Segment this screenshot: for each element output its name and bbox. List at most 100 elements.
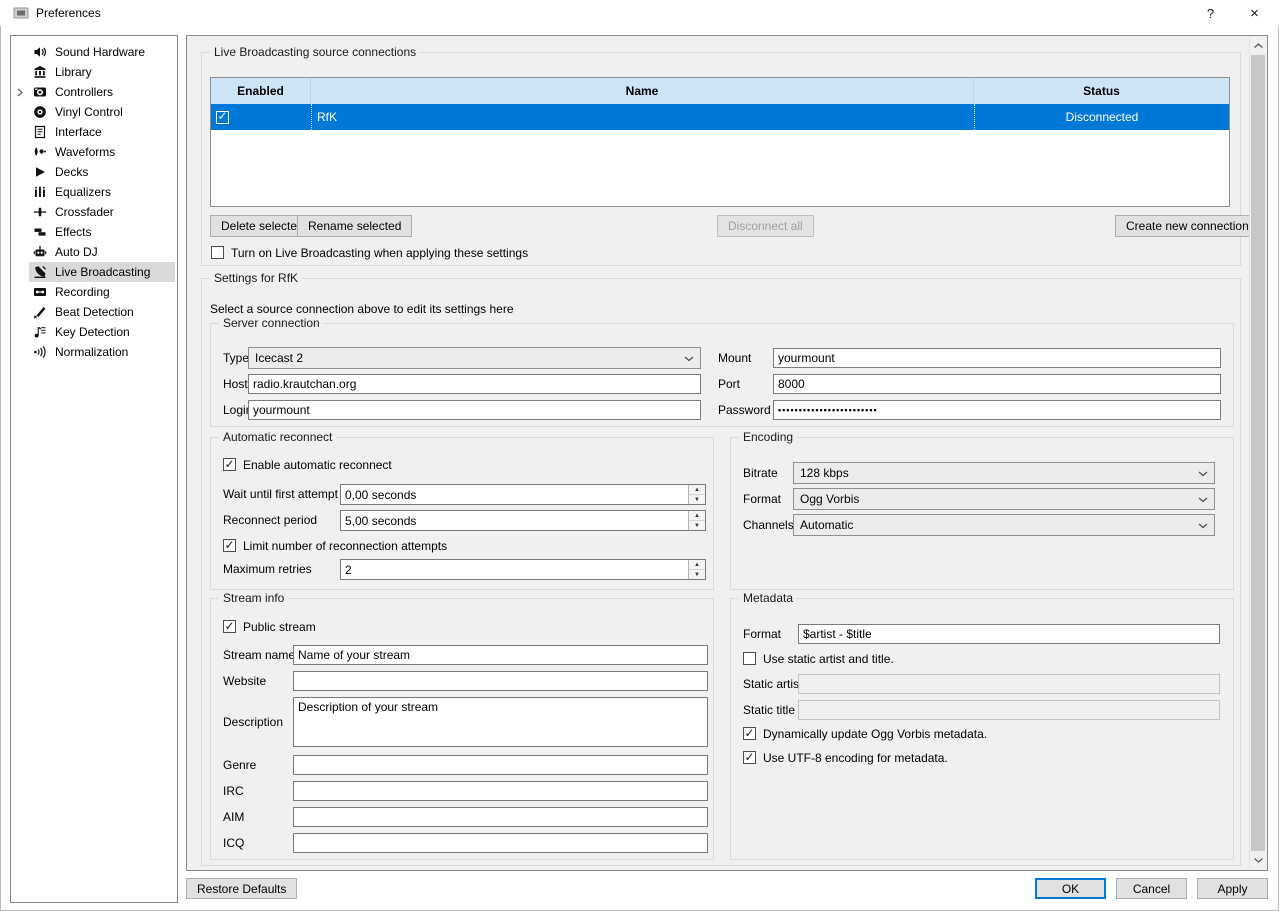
table-row[interactable]: RfK Disconnected (211, 104, 1229, 130)
waveform-icon (33, 145, 47, 159)
stream-name-input[interactable] (293, 645, 708, 665)
scroll-down-icon[interactable] (1250, 852, 1266, 869)
icq-label: ICQ (223, 833, 244, 853)
restore-defaults-button[interactable]: Restore Defaults (186, 878, 297, 899)
sidebar-item-waveforms[interactable]: Waveforms (11, 142, 177, 162)
reconnect-period-label: Reconnect period (223, 510, 317, 530)
type-select[interactable]: Icecast 2 (248, 347, 701, 369)
sidebar-item-library[interactable]: Library (11, 62, 177, 82)
login-input[interactable] (248, 400, 701, 420)
description-textarea[interactable]: Description of your stream (293, 697, 708, 747)
irc-label: IRC (223, 781, 244, 801)
disconnect-all-button: Disconnect all (717, 215, 814, 237)
spin-up-icon[interactable]: ▲ (689, 511, 705, 521)
row-status-cell: Disconnected (974, 104, 1229, 130)
rename-selected-button[interactable]: Rename selected (297, 215, 412, 237)
window-title: Preferences (36, 6, 101, 20)
checkbox-box[interactable] (743, 751, 756, 764)
sidebar-item-recording[interactable]: Recording (11, 282, 177, 302)
format-select[interactable]: Ogg Vorbis (793, 488, 1215, 510)
enable-automatic-reconnect-checkbox[interactable]: Enable automatic reconnect (223, 457, 392, 472)
key-icon (33, 325, 47, 339)
row-enabled-checkbox[interactable] (216, 111, 229, 124)
stream-info-group: Stream info Public stream Stream name We… (210, 598, 714, 860)
sidebar-item-normalization[interactable]: Normalization (11, 342, 177, 362)
create-new-connection-button[interactable]: Create new connection (1115, 215, 1260, 237)
port-label: Port (718, 374, 740, 394)
column-header-status[interactable]: Status (974, 78, 1229, 104)
channels-select[interactable]: Automatic (793, 514, 1215, 536)
sidebar-item-interface[interactable]: Interface (11, 122, 177, 142)
connections-table[interactable]: Enabled Name Status RfK Disconnected (210, 77, 1230, 207)
wait-first-attempt-spinbox[interactable]: 0,00 seconds ▲▼ (340, 484, 706, 505)
password-input[interactable] (773, 400, 1221, 420)
limit-reconnection-attempts-checkbox[interactable]: Limit number of reconnection attempts (223, 538, 447, 553)
vertical-scrollbar[interactable] (1249, 37, 1266, 869)
sidebar-item-crossfader[interactable]: Crossfader (11, 202, 177, 222)
use-static-artist-title-checkbox[interactable]: Use static artist and title. (743, 651, 894, 666)
close-button[interactable]: × (1232, 0, 1277, 26)
spin-up-icon[interactable]: ▲ (689, 560, 705, 570)
apply-button[interactable]: Apply (1197, 878, 1268, 899)
bitrate-select[interactable]: 128 kbps (793, 462, 1215, 484)
settings-group: Settings for RfK Select a source connect… (201, 278, 1241, 866)
chevron-down-icon (1198, 518, 1208, 532)
checkbox-box[interactable] (223, 458, 236, 471)
sidebar-item-vinyl-control[interactable]: Vinyl Control (11, 102, 177, 122)
wait-first-attempt-label: Wait until first attempt (223, 484, 338, 504)
recording-icon (33, 285, 47, 299)
checkbox-box[interactable] (223, 620, 236, 633)
scrollbar-thumb[interactable] (1251, 55, 1265, 851)
cancel-button[interactable]: Cancel (1116, 878, 1187, 899)
checkbox-box[interactable] (743, 727, 756, 740)
ok-button[interactable]: OK (1035, 878, 1106, 899)
sidebar-item-controllers[interactable]: Controllers (11, 82, 177, 102)
utf8-encoding-checkbox[interactable]: Use UTF-8 encoding for metadata. (743, 750, 948, 765)
irc-input[interactable] (293, 781, 708, 801)
reconnect-period-spinbox[interactable]: 5,00 seconds ▲▼ (340, 510, 706, 531)
checkbox-box[interactable] (211, 246, 224, 259)
sidebar-item-decks[interactable]: Decks (11, 162, 177, 182)
spin-up-icon[interactable]: ▲ (689, 485, 705, 495)
static-title-label: Static title (743, 700, 795, 720)
maximum-retries-spinbox[interactable]: 2 ▲▼ (340, 559, 706, 580)
source-connections-group-label: Live Broadcasting source connections (210, 45, 420, 59)
metadata-format-input[interactable] (798, 624, 1220, 644)
spin-down-icon[interactable]: ▼ (689, 521, 705, 530)
sidebar-item-equalizers[interactable]: Equalizers (11, 182, 177, 202)
source-connections-group: Live Broadcasting source connections Ena… (201, 52, 1241, 266)
spin-down-icon[interactable]: ▼ (689, 495, 705, 504)
sidebar-item-beat-detection[interactable]: Beat Detection (11, 302, 177, 322)
spin-down-icon[interactable]: ▼ (689, 570, 705, 579)
settings-group-label: Settings for RfK (210, 271, 302, 285)
stream-info-group-label: Stream info (219, 591, 288, 605)
play-icon (33, 165, 47, 179)
column-header-enabled[interactable]: Enabled (211, 78, 311, 104)
genre-label: Genre (223, 755, 256, 775)
port-input[interactable] (773, 374, 1221, 394)
turn-on-broadcasting-checkbox[interactable]: Turn on Live Broadcasting when applying … (211, 245, 528, 260)
sidebar-item-effects[interactable]: Effects (11, 222, 177, 242)
sidebar-item-key-detection[interactable]: Key Detection (11, 322, 177, 342)
dynamic-update-metadata-checkbox[interactable]: Dynamically update Ogg Vorbis metadata. (743, 726, 987, 741)
row-name-cell[interactable]: RfK (311, 104, 974, 130)
aim-input[interactable] (293, 807, 708, 827)
icq-input[interactable] (293, 833, 708, 853)
normalization-icon (33, 345, 47, 359)
genre-input[interactable] (293, 755, 708, 775)
column-header-name[interactable]: Name (311, 78, 974, 104)
website-input[interactable] (293, 671, 708, 691)
scroll-up-icon[interactable] (1250, 37, 1266, 54)
public-stream-checkbox[interactable]: Public stream (223, 619, 316, 634)
help-button[interactable]: ? (1188, 0, 1233, 26)
sidebar-item-auto-dj[interactable]: Auto DJ (11, 242, 177, 262)
sidebar-item-live-broadcasting[interactable]: Live Broadcasting (11, 262, 177, 282)
bitrate-label: Bitrate (743, 463, 778, 483)
checkbox-box[interactable] (223, 539, 236, 552)
mount-input[interactable] (773, 348, 1221, 368)
host-input[interactable] (248, 374, 701, 394)
server-connection-group: Server connection Type Icecast 2 Mount H… (210, 323, 1234, 427)
sidebar-item-sound-hardware[interactable]: Sound Hardware (11, 42, 177, 62)
expand-chevron-icon[interactable] (11, 88, 29, 97)
checkbox-box[interactable] (743, 652, 756, 665)
